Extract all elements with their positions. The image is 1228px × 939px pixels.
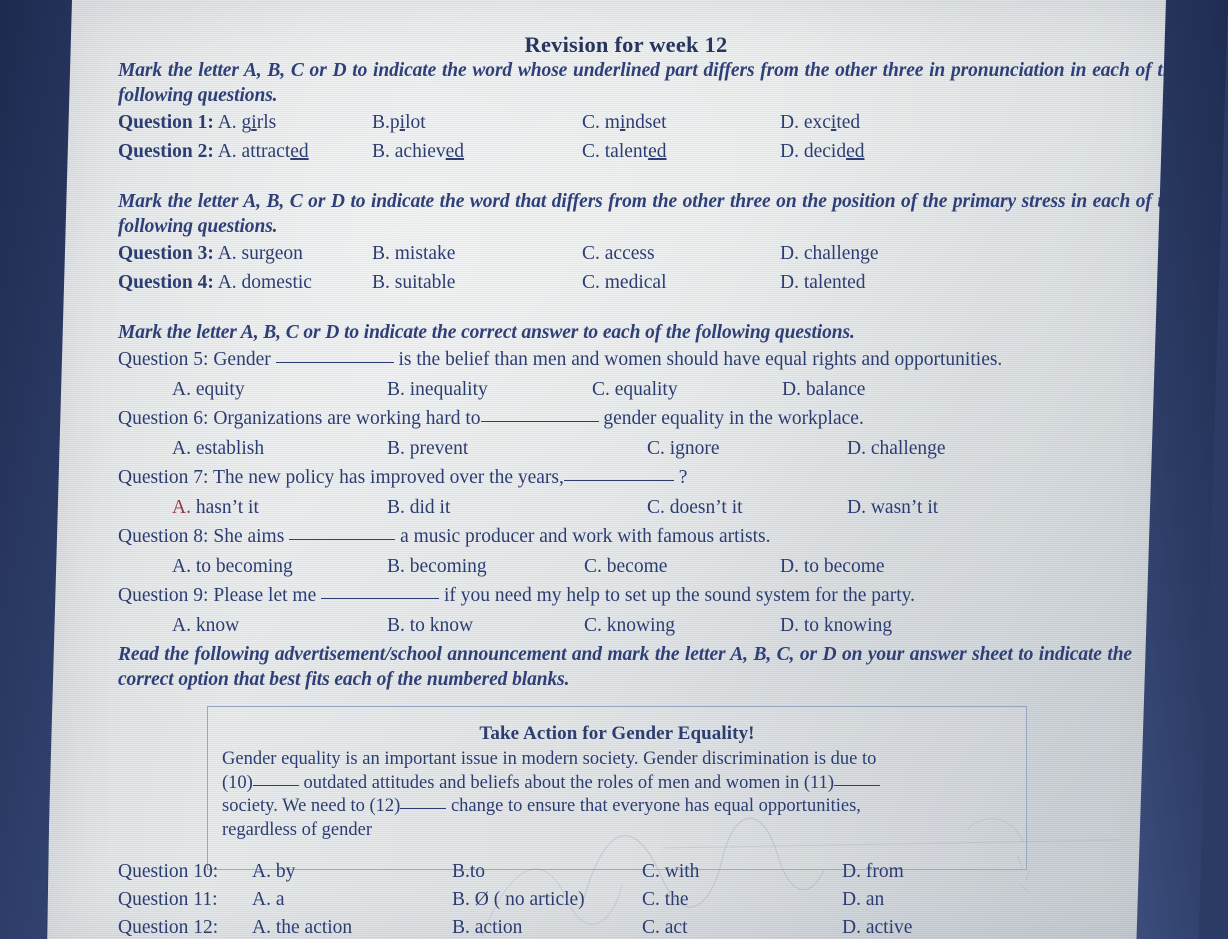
question-4-option-d: D. talented bbox=[780, 272, 866, 293]
passage-blank-10[interactable] bbox=[252, 784, 299, 786]
option-a-word: girls bbox=[241, 112, 277, 133]
question-6-option-b: B. prevent bbox=[387, 438, 469, 459]
question-2-label-and-option-a: Question 2: A. attracted bbox=[118, 141, 309, 162]
question-5-stem: Question 5: Gender is the belief than me… bbox=[118, 349, 1003, 370]
question-12-label: Question 12: bbox=[118, 917, 219, 938]
question-12-option-a: A. the action bbox=[252, 917, 353, 938]
question-2-option-b: B. achieved bbox=[372, 141, 465, 162]
question-11-option-a: A. a bbox=[252, 889, 285, 910]
question-8-options: A. to becoming B. becoming C. become D. … bbox=[62, 552, 1190, 581]
question-10-option-c: C. with bbox=[642, 861, 700, 882]
question-1-option-c: C. mindset bbox=[582, 112, 667, 133]
question-5-option-c: C. equality bbox=[592, 379, 678, 400]
question-3-option-b: B. mistake bbox=[372, 243, 456, 264]
question-row-12: Question 12: A. the action B. action C. … bbox=[62, 914, 1190, 939]
question-8-option-d: D. to become bbox=[780, 556, 885, 577]
question-row-11: Question 11: A. a B. Ø ( no article) C. … bbox=[62, 886, 1190, 914]
instruction-multiple-choice: Mark the letter A, B, C or D to indicate… bbox=[118, 322, 855, 343]
question-3-option-d: D. challenge bbox=[780, 243, 879, 264]
instruction-stress: Mark the letter A, B, C or D to indicate… bbox=[118, 191, 1182, 237]
question-row-2: Question 2: A. attracted B. achieved C. … bbox=[62, 137, 1190, 166]
question-6-option-c: C. ignore bbox=[647, 438, 720, 459]
answer-blank[interactable] bbox=[289, 539, 396, 540]
question-2-option-c: C. talented bbox=[582, 141, 667, 162]
question-9-stem: Question 9: Please let me if you need my… bbox=[118, 585, 915, 606]
page-title: Revision for week 12 bbox=[524, 32, 728, 57]
question-6-option-a: A. establish bbox=[172, 438, 265, 459]
question-8-option-c: C. become bbox=[584, 556, 668, 577]
passage-body: Gender equality is an important issue in… bbox=[208, 745, 1026, 842]
question-12-option-b: B. action bbox=[452, 917, 523, 938]
question-5-options: A. equity B. inequality C. equality D. b… bbox=[62, 375, 1190, 404]
question-6-option-d: D. challenge bbox=[847, 438, 946, 459]
question-10-option-d: D. from bbox=[842, 861, 904, 882]
question-12-option-c: C. act bbox=[642, 917, 688, 938]
question-6-stem: Question 6: Organizations are working ha… bbox=[118, 408, 864, 429]
question-6-options: A. establish B. prevent C. ignore D. cha… bbox=[62, 434, 1190, 463]
passage-blank-11[interactable] bbox=[833, 784, 880, 786]
question-row-1: Question 1: A. girls B.pilot C. mindset … bbox=[62, 108, 1190, 137]
question-1-label-and-option-a: Question 1: A. girls bbox=[118, 112, 277, 133]
question-9-option-a: A. know bbox=[172, 615, 240, 636]
question-7-option-a: A. hasn’t it bbox=[172, 497, 259, 518]
question-2-option-d: D. decided bbox=[780, 141, 865, 162]
question-11-label: Question 11: bbox=[118, 889, 218, 910]
passage-blank-12[interactable] bbox=[400, 808, 447, 809]
option-a-word: attracted bbox=[241, 141, 309, 162]
question-row-4: Question 4: A. domestic B. suitable C. m… bbox=[62, 268, 1190, 297]
answer-blank[interactable] bbox=[480, 421, 599, 422]
question-7-options: A. hasn’t it B. did it C. doesn’t it D. … bbox=[62, 493, 1190, 522]
question-8-option-a: A. to becoming bbox=[172, 556, 293, 577]
question-10-option-a: A. by bbox=[252, 861, 296, 882]
question-9-options: A. know B. to know C. knowing D. to know… bbox=[62, 611, 1190, 640]
passage-title: Take Action for Gender Equality! bbox=[479, 723, 755, 744]
question-row-10: Question 10: A. by B.to C. with D. from bbox=[62, 858, 1190, 886]
instruction-reading: Read the following advertisement/school … bbox=[118, 644, 1132, 690]
photographed-worksheet-page: Revision for week 12 Mark the letter A, … bbox=[0, 0, 1228, 939]
question-3-option-c: C. access bbox=[582, 243, 655, 264]
answer-blank[interactable] bbox=[563, 480, 674, 481]
question-4-label-and-option-a: Question 4: A. domestic bbox=[118, 272, 312, 293]
question-1-option-b: B.pilot bbox=[372, 112, 426, 133]
reading-passage-box: Take Action for Gender Equality! Gender … bbox=[207, 706, 1027, 870]
question-8-option-b: B. becoming bbox=[387, 556, 487, 577]
question-10-label: Question 10: bbox=[118, 861, 219, 882]
question-9-option-b: B. to know bbox=[387, 615, 474, 636]
reading-questions-block: Question 10: A. by B.to C. with D. from … bbox=[62, 858, 1190, 939]
question-3-label-and-option-a: Question 3: A. surgeon bbox=[118, 243, 303, 264]
question-5-option-b: B. inequality bbox=[387, 379, 488, 400]
question-5-option-d: D. balance bbox=[782, 379, 866, 400]
question-7-option-c: C. doesn’t it bbox=[647, 497, 743, 518]
question-9-option-d: D. to knowing bbox=[780, 615, 893, 636]
question-10-option-b: B.to bbox=[452, 861, 486, 882]
question-5-option-a: A. equity bbox=[172, 379, 245, 400]
question-11-option-d: D. an bbox=[842, 889, 885, 910]
question-row-3: Question 3: A. surgeon B. mistake C. acc… bbox=[62, 239, 1190, 268]
question-8-stem: Question 8: She aims a music producer an… bbox=[118, 526, 771, 547]
question-7-option-d: D. wasn’t it bbox=[847, 497, 939, 518]
question-4-option-b: B. suitable bbox=[372, 272, 456, 293]
question-7-stem: Question 7: The new policy has improved … bbox=[118, 467, 688, 488]
question-1-option-d: D. excited bbox=[780, 112, 861, 133]
question-7-option-b: B. did it bbox=[387, 497, 451, 518]
instruction-pronunciation: Mark the letter A, B, C or D to indicate… bbox=[118, 60, 1182, 106]
answer-blank[interactable] bbox=[321, 598, 440, 599]
question-11-option-c: C. the bbox=[642, 889, 689, 910]
worksheet-content: Revision for week 12 Mark the letter A, … bbox=[62, 0, 1190, 939]
question-4-option-c: C. medical bbox=[582, 272, 667, 293]
question-12-option-d: D. active bbox=[842, 917, 913, 938]
answer-blank[interactable] bbox=[275, 362, 394, 363]
question-11-option-b: B. Ø ( no article) bbox=[452, 889, 585, 910]
question-9-option-c: C. knowing bbox=[584, 615, 676, 636]
